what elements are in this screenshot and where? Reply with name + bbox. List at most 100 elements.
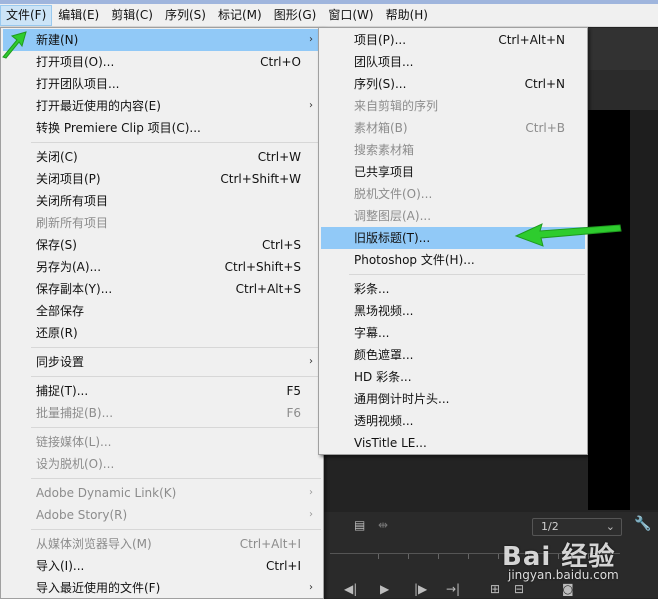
- chevron-right-icon: ›: [309, 34, 313, 45]
- new_submenu-item-16[interactable]: 通用倒计时片头...: [321, 388, 585, 410]
- menu-item-label: 调整图层(A)...: [354, 209, 432, 223]
- menu-item-label: 导入最近使用的文件(F): [36, 581, 161, 595]
- menu-separator: [31, 478, 321, 479]
- file_menu-item-21: 从媒体浏览器导入(M) Ctrl+Alt+I: [3, 533, 321, 555]
- new_submenu-item-10[interactable]: Photoshop 文件(H)...: [321, 249, 585, 271]
- file_menu-item-0[interactable]: 新建(N) ›: [3, 29, 321, 51]
- menubar-item-3[interactable]: 序列(S): [159, 5, 212, 26]
- menu-item-label: VisTitle LE...: [354, 436, 427, 450]
- file_menu-item-23[interactable]: 导入最近使用的文件(F) ›: [3, 577, 321, 599]
- menu-separator: [349, 274, 585, 275]
- menu-item-label: 新建(N): [36, 33, 79, 47]
- menu-item-label: 还原(R): [36, 326, 78, 340]
- menubar-item-0[interactable]: 文件(F): [0, 4, 53, 26]
- menubar-item-2[interactable]: 剪辑(C): [105, 5, 159, 26]
- file_menu-item-10[interactable]: 另存为(A)... Ctrl+Shift+S: [3, 256, 321, 278]
- zoom-level-select[interactable]: 1/2 ⌄: [532, 518, 622, 536]
- watermark-url: jingyan.baidu.com: [508, 568, 619, 582]
- go-to-out-icon[interactable]: →|: [446, 582, 460, 596]
- menubar-item-4[interactable]: 标记(M): [212, 5, 268, 26]
- menu-item-label: 设为脱机(O)...: [36, 457, 115, 471]
- menu-item-label: 打开项目(O)...: [36, 55, 115, 69]
- new_submenu-item-15[interactable]: HD 彩条...: [321, 366, 585, 388]
- step-back-icon[interactable]: ◀|: [344, 582, 357, 596]
- wrench-icon[interactable]: 🔧: [634, 517, 651, 531]
- chevron-right-icon: ›: [309, 582, 313, 593]
- new_submenu-item-2[interactable]: 序列(S)... Ctrl+N: [321, 73, 585, 95]
- file-menu-dropdown: 新建(N) › 打开项目(O)... Ctrl+O 打开团队项目... 打开最近使用的内容…: [0, 27, 324, 599]
- file_menu-item-14[interactable]: 同步设置 ›: [3, 351, 321, 373]
- insert-icon[interactable]: ⊞: [490, 582, 500, 596]
- file_menu-item-22[interactable]: 导入(I)... Ctrl+I: [3, 555, 321, 577]
- new_submenu-item-0[interactable]: 项目(P)... Ctrl+Alt+N: [321, 29, 585, 51]
- new_submenu-item-14[interactable]: 颜色遮罩...: [321, 344, 585, 366]
- menu-item-shortcut: F5: [286, 384, 301, 398]
- chevron-right-icon: ›: [309, 487, 313, 498]
- file_menu-item-18: 设为脱机(O)...: [3, 453, 321, 475]
- file_menu-item-12[interactable]: 全部保存: [3, 300, 321, 322]
- menu-item-label: 保存(S): [36, 238, 77, 252]
- green-arrow-icon: [2, 31, 27, 59]
- menubar-item-1[interactable]: 编辑(E): [52, 5, 105, 26]
- menu-item-label: 保存副本(Y)...: [36, 282, 113, 296]
- menubar-item-7[interactable]: 帮助(H): [380, 5, 434, 26]
- new_submenu-item-4: 素材箱(B) Ctrl+B: [321, 117, 585, 139]
- file_menu-item-15[interactable]: 捕捉(T)... F5: [3, 380, 321, 402]
- menu-item-shortcut: Ctrl+S: [261, 238, 301, 252]
- menu-item-shortcut: Ctrl+B: [525, 121, 565, 135]
- menu-separator: [31, 529, 321, 530]
- new_submenu-item-7: 脱机文件(O)...: [321, 183, 585, 205]
- menu-item-label: 关闭(C): [36, 150, 78, 164]
- new_submenu-item-13[interactable]: 字幕...: [321, 322, 585, 344]
- file_menu-item-1[interactable]: 打开项目(O)... Ctrl+O: [3, 51, 321, 73]
- new_submenu-item-5: 搜索素材箱: [321, 139, 585, 161]
- file_menu-item-5[interactable]: 关闭(C) Ctrl+W: [3, 146, 321, 168]
- menu-item-label: 从媒体浏览器导入(M): [36, 537, 152, 551]
- overwrite-icon[interactable]: ⊟: [514, 582, 524, 596]
- menu-item-shortcut: Ctrl+O: [260, 55, 301, 69]
- menu-item-label: Adobe Dynamic Link(K): [36, 486, 177, 500]
- file_menu-item-9[interactable]: 保存(S) Ctrl+S: [3, 234, 321, 256]
- file_menu-item-11[interactable]: 保存副本(Y)... Ctrl+Alt+S: [3, 278, 321, 300]
- menu-separator: [31, 347, 321, 348]
- menu-item-label: 搜索素材箱: [354, 143, 415, 157]
- menu-item-label: Adobe Story(R): [36, 508, 128, 522]
- menu-item-label: 导入(I)...: [36, 559, 85, 573]
- file_menu-item-19: Adobe Dynamic Link(K) ›: [3, 482, 321, 504]
- new_submenu-item-17[interactable]: 透明视频...: [321, 410, 585, 432]
- menu-item-label: 关闭所有项目: [36, 194, 109, 208]
- menubar-item-6[interactable]: 窗口(W): [322, 5, 379, 26]
- new_submenu-item-3: 来自剪辑的序列: [321, 95, 585, 117]
- menu-item-shortcut: Ctrl+Shift+S: [224, 260, 301, 274]
- file_menu-item-7[interactable]: 关闭所有项目: [3, 190, 321, 212]
- menu-item-label: 打开最近使用的内容(E): [36, 99, 161, 113]
- menu-item-shortcut: Ctrl+N: [524, 77, 565, 91]
- menu-item-label: 同步设置: [36, 355, 85, 369]
- file_menu-item-13[interactable]: 还原(R): [3, 322, 321, 344]
- new_submenu-item-11[interactable]: 彩条...: [321, 278, 585, 300]
- new_submenu-item-1[interactable]: 团队项目...: [321, 51, 585, 73]
- file_menu-item-2[interactable]: 打开团队项目...: [3, 73, 321, 95]
- file_menu-item-3[interactable]: 打开最近使用的内容(E) ›: [3, 95, 321, 117]
- file_menu-item-6[interactable]: 关闭项目(P) Ctrl+Shift+W: [3, 168, 321, 190]
- menubar-item-5[interactable]: 图形(G): [268, 5, 323, 26]
- menu-item-shortcut: F6: [286, 406, 301, 420]
- export-frame-icon[interactable]: ◙: [562, 582, 574, 596]
- menu-item-label: 全部保存: [36, 304, 85, 318]
- play-icon[interactable]: ▶: [380, 582, 389, 596]
- new_submenu-item-6[interactable]: 已共享项目: [321, 161, 585, 183]
- file_menu-item-4[interactable]: 转换 Premiere Clip 项目(C)...: [3, 117, 321, 139]
- new_submenu-item-12[interactable]: 黑场视频...: [321, 300, 585, 322]
- menu-separator: [31, 376, 321, 377]
- panel-header: [588, 70, 658, 110]
- zoom-level-value: 1/2: [541, 520, 559, 533]
- menu-item-label: 转换 Premiere Clip 项目(C)...: [36, 121, 201, 135]
- file_menu-item-17: 链接媒体(L)...: [3, 431, 321, 453]
- menu-item-label: HD 彩条...: [354, 370, 412, 384]
- marker-icon[interactable]: ▤: [354, 518, 365, 532]
- menu-item-label: 旧版标题(T)...: [354, 231, 431, 245]
- in-out-icon[interactable]: ⇹: [378, 518, 388, 532]
- menu-item-label: 黑场视频...: [354, 304, 414, 318]
- new_submenu-item-18[interactable]: VisTitle LE...: [321, 432, 585, 454]
- step-forward-icon[interactable]: |▶: [414, 582, 427, 596]
